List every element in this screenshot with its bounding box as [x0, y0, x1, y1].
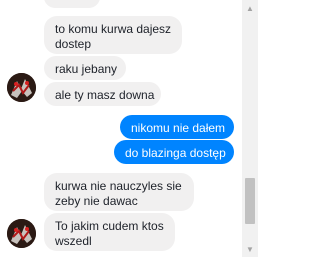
message-text-line: zeby nie dawac — [55, 194, 138, 208]
message-text-line: wszedl — [55, 234, 92, 248]
scrollbar-thumb[interactable] — [245, 178, 255, 224]
message-bubble-outgoing: nikomu nie dałem — [120, 115, 234, 139]
user-avatar-icon[interactable] — [7, 73, 36, 102]
message-bubble-incoming: raku jebany — [44, 56, 126, 80]
message-text: raku jebany — [55, 62, 118, 76]
message-text: do blazinga dostęp — [125, 146, 226, 160]
message-bubble-incoming: To jakim cudem ktos wszedl — [44, 213, 175, 251]
message-text-line: dostep — [55, 37, 92, 51]
vertical-scrollbar[interactable]: ▲ ▼ — [242, 0, 258, 257]
message-bubble-incoming: ale ty masz downa — [44, 82, 161, 106]
chat-thread: ktoru to komu kurwa dajesz dostep raku j… — [0, 0, 242, 257]
message-text-line: kurwa nie nauczyles sie — [55, 179, 182, 193]
message-text-line: to komu kurwa dajesz — [55, 22, 172, 36]
scroll-down-arrow-icon[interactable]: ▼ — [242, 241, 258, 257]
scroll-up-arrow-icon[interactable]: ▲ — [242, 0, 258, 16]
message-bubble-incoming: to komu kurwa dajesz dostep — [44, 16, 182, 54]
message-bubble-outgoing: do blazinga dostęp — [114, 140, 234, 164]
message-text: ale ty masz downa — [55, 88, 155, 102]
message-bubble-incoming: kurwa nie nauczyles sie zeby nie dawac — [44, 173, 194, 211]
message-text-line: To jakim cudem ktos — [55, 219, 164, 233]
user-avatar-icon[interactable] — [7, 219, 36, 248]
message-bubble-incoming: ktoru — [44, 0, 100, 8]
message-text: nikomu nie dałem — [131, 121, 226, 135]
